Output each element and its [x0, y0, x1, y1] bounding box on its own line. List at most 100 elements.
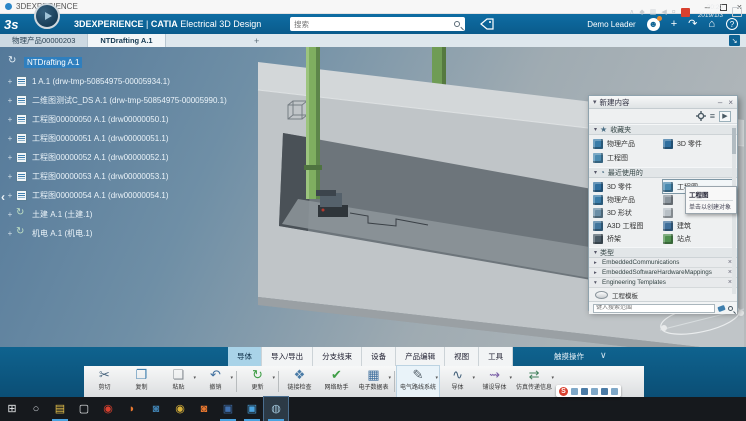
tree-item[interactable]: + 1 A.1 (drw-tmp-50854975-00005934.1) — [6, 72, 286, 91]
type-filter-row[interactable]: ▾ Engineering Templates × — [589, 278, 737, 288]
sogou-icon[interactable]: S — [559, 386, 568, 396]
tool-button-conductor[interactable]: ∿ ▾ 导体 — [439, 366, 476, 397]
eraser-icon[interactable] — [717, 304, 726, 312]
dropdown-arrow-icon[interactable]: ▾ — [230, 375, 233, 381]
content-type-item[interactable]: 3D 零件 — [663, 137, 733, 151]
dropdown-arrow-icon[interactable]: ▾ — [510, 375, 513, 381]
tree-expander[interactable]: + — [6, 191, 14, 200]
tree-item-label[interactable]: 工程图00000053 A.1 (drw00000053.1) — [32, 171, 169, 182]
tray-icon-bluetooth[interactable]: ◆ — [639, 8, 644, 16]
tree-expander[interactable]: + — [6, 115, 14, 124]
tool-button-electrical-routing[interactable]: ✎ ▾ 电气路线系统 — [395, 365, 441, 398]
search-input[interactable] — [290, 19, 454, 29]
taskbar-app-app-red[interactable]: ◉ — [96, 397, 120, 421]
panel-minimize-button[interactable]: – — [718, 98, 722, 107]
tree-expander[interactable]: + — [6, 229, 14, 238]
tree-expander[interactable]: + — [6, 96, 14, 105]
tree-item-label[interactable]: NTDrafting A.1 — [24, 57, 83, 68]
taskbar-app-explorer[interactable]: ▤ — [48, 397, 72, 421]
notification-center-icon[interactable] — [732, 7, 742, 17]
favorites-section-header[interactable]: ▾ ★ 收藏夹 — [589, 124, 737, 135]
ime-settings-icon[interactable] — [611, 387, 618, 395]
ribbon-tab[interactable]: 分支线束 — [313, 347, 363, 366]
tree-item-label[interactable]: 机电 A.1 (机电.1) — [32, 228, 92, 239]
tray-icon-volume[interactable]: ◀ — [661, 8, 666, 16]
type-filter-row[interactable]: ▸ EmbeddedSoftwareHardwareMappings × — [589, 268, 737, 278]
tool-button-simulate-transfer[interactable]: ⇄ ▾ 仿真传递信息 — [513, 366, 555, 397]
content-type-item[interactable]: 建筑 — [663, 219, 733, 232]
compass-icon[interactable] — [34, 3, 60, 29]
taskbar-app-skype[interactable]: ▣ — [240, 397, 264, 421]
tree-item[interactable]: + 工程图00000051 A.1 (drw00000051.1) — [6, 129, 286, 148]
tree-expander[interactable]: + — [6, 172, 14, 181]
tree-expander[interactable]: + — [6, 210, 14, 219]
tray-icon-plug[interactable]: ¤ — [672, 9, 676, 16]
tree-item[interactable]: + 工程图00000053 A.1 (drw00000053.1) — [6, 167, 286, 186]
dropdown-arrow-icon[interactable]: ▾ — [436, 375, 439, 381]
content-type-item[interactable]: 桥架 — [593, 232, 663, 245]
taskbar-app-firefox[interactable]: ◗ — [120, 397, 144, 421]
taskbar-app-outlook[interactable]: ◙ — [144, 397, 168, 421]
ime-punct-icon[interactable] — [581, 387, 588, 395]
panel-close-button[interactable]: × — [728, 98, 733, 107]
tool-button-spreadsheet[interactable]: ▦ ▾ 电子数据表 — [355, 366, 392, 397]
taskbar-app-start[interactable]: ⊞ — [0, 397, 24, 421]
content-type-item[interactable]: 站点 — [663, 232, 733, 245]
tree-item[interactable]: + 土建 A.1 (土建.1) — [6, 205, 286, 224]
tree-expander[interactable]: + — [6, 77, 14, 86]
ribbon-tab[interactable]: 视图 — [445, 347, 480, 366]
ribbon-tab[interactable]: 工具 — [479, 347, 514, 366]
document-tab[interactable]: NTDrafting A.1 — [88, 34, 166, 47]
tool-button-copy[interactable]: ❐ 复制 — [123, 366, 160, 397]
expand-viewport-icon[interactable]: ↘ — [729, 35, 740, 46]
tree-item[interactable]: + 工程图00000054 A.1 (drw00000054.1) — [6, 186, 286, 205]
tool-button-paste[interactable]: ❏ ▾ 粘贴 — [160, 366, 197, 397]
taskbar-app-office[interactable]: ◙ — [192, 397, 216, 421]
tree-collapse-arrow[interactable]: ‹ — [1, 190, 5, 204]
content-type-item[interactable]: 3D 形状 — [593, 206, 663, 219]
taskbar-app-word[interactable]: ▣ — [216, 397, 240, 421]
tool-button-lay-conductor[interactable]: ⇝ ▾ 铺设导体 — [476, 366, 513, 397]
ribbon-tab[interactable]: 导体 — [228, 347, 262, 366]
tool-button-network-assistant[interactable]: ✔ 网络助手 — [318, 366, 355, 397]
3d-viewport[interactable]: ‹ NTDrafting A.1 + 1 A.1 (drw-tmp-508549… — [0, 47, 746, 347]
tree-item-label[interactable]: 工程图00000050 A.1 (drw00000050.1) — [32, 114, 169, 125]
ime-toolbar[interactable]: S — [556, 385, 621, 397]
type-filter-row[interactable]: ▸ EmbeddedCommunications × — [589, 258, 737, 268]
content-type-item[interactable]: 物理产品 — [593, 193, 663, 206]
dropdown-arrow-icon[interactable]: ▾ — [193, 375, 196, 381]
gear-icon[interactable] — [695, 111, 706, 121]
ribbon-tab[interactable]: 设备 — [362, 347, 397, 366]
template-item[interactable]: 工程模板 — [589, 288, 737, 301]
types-section-header[interactable]: ▾ 类型 — [589, 247, 737, 258]
tray-icon-display[interactable]: ▥ — [650, 8, 657, 16]
dropdown-arrow-icon[interactable]: ▾ — [388, 375, 391, 381]
panel-titlebar[interactable]: ▾ 新建内容 – × — [589, 96, 737, 109]
ribbon-tab[interactable]: 产品编辑 — [396, 347, 446, 366]
tree-item-label[interactable]: 工程图00000052 A.1 (drw00000052.1) — [32, 152, 169, 163]
search-icon[interactable] — [454, 21, 460, 27]
search-icon[interactable] — [728, 305, 733, 311]
ime-keyboard-icon[interactable] — [601, 387, 608, 395]
tray-icon-chevron-up[interactable]: ∧ — [629, 8, 634, 16]
tree-item[interactable]: + 机电 A.1 (机电.1) — [6, 224, 286, 243]
taskbar-app-search[interactable]: ○ — [24, 397, 48, 421]
recent-section-header[interactable]: ▾ ◔ 最近使用的 — [589, 167, 737, 178]
expand-panel-icon[interactable]: ▶ — [719, 110, 731, 122]
tool-button-link-check[interactable]: ❖ 链接检查 — [281, 366, 318, 397]
global-search[interactable] — [290, 17, 465, 31]
content-type-item[interactable]: 3D 零件 — [593, 180, 663, 193]
tree-item[interactable]: + 工程图00000052 A.1 (drw00000052.1) — [6, 148, 286, 167]
taskbar-app-3dexperience[interactable]: ◍ — [263, 396, 289, 421]
tree-item[interactable]: + 工程图00000050 A.1 (drw00000050.1) — [6, 110, 286, 129]
ribbon-tab-touch[interactable]: 触摸操作 — [548, 347, 590, 366]
document-tab[interactable]: 物理产品00000203 — [0, 34, 89, 47]
scope-search-input[interactable] — [593, 303, 715, 313]
tool-button-cut[interactable]: ✂ 剪切 — [86, 366, 123, 397]
tree-expander[interactable]: + — [6, 153, 14, 162]
dropdown-arrow-icon[interactable]: ▾ — [473, 375, 476, 381]
list-view-icon[interactable]: ≡ — [710, 111, 715, 121]
tag-icon[interactable] — [480, 18, 494, 30]
new-tab-button[interactable]: + — [246, 34, 267, 47]
tree-item[interactable]: + 二维图测试C_DS A.1 (drw-tmp-50854975-000059… — [6, 91, 286, 110]
